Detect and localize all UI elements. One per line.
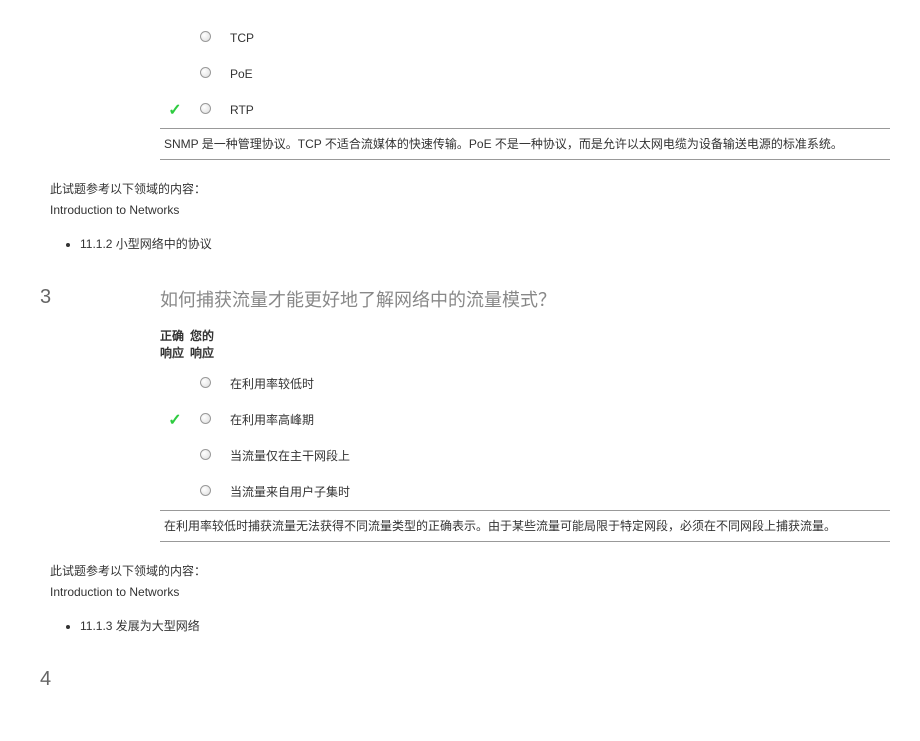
option-text: TCP (220, 31, 890, 45)
label-line: 正确 (160, 328, 190, 345)
radio-col (190, 449, 220, 463)
question-2-block: TCP PoE ✓ RTP SNMP 是一种管理协议。TCP 不适合流媒体的快速… (30, 20, 890, 256)
question-header-row: 4 (30, 668, 890, 691)
option-text: 在利用率高峰期 (220, 411, 890, 428)
reference-subtitle: Introduction to Networks (50, 203, 890, 217)
radio-icon[interactable] (200, 449, 211, 460)
option-row: PoE (160, 56, 890, 92)
question-header-row: 3 如何捕获流量才能更好地了解网络中的流量模式？ (30, 286, 890, 312)
label-line: 响应 (190, 345, 220, 362)
q2-options: TCP PoE ✓ RTP (160, 20, 890, 128)
reference-list: 11.1.2 小型网络中的协议 (80, 231, 890, 256)
option-row: 在利用率较低时 (160, 366, 890, 402)
option-row: ✓ RTP (160, 92, 890, 128)
q2-explanation: SNMP 是一种管理协议。TCP 不适合流媒体的快速传输。PoE 不是一种协议，… (160, 128, 890, 160)
correct-mark-col: ✓ (160, 100, 190, 120)
reference-title: 此试题参考以下领域的内容： (50, 180, 890, 197)
question-number: 3 (30, 286, 160, 309)
radio-col (190, 413, 220, 427)
question-4-block: 4 (30, 668, 890, 691)
option-text: 当流量来自用户子集时 (220, 483, 890, 500)
your-response-label: 您的 响应 (190, 328, 220, 362)
radio-col (190, 103, 220, 117)
option-row: 当流量仅在主干网段上 (160, 438, 890, 474)
reference-title: 此试题参考以下领域的内容： (50, 562, 890, 579)
option-row: TCP (160, 20, 890, 56)
q3-options: 在利用率较低时 ✓ 在利用率高峰期 当流量仅在主干网段上 当流量来自用户子集时 (160, 366, 890, 510)
q2-reference: 此试题参考以下领域的内容： Introduction to Networks 1… (50, 180, 890, 256)
label-line: 响应 (160, 345, 190, 362)
reference-list: 11.1.3 发展为大型网络 (80, 613, 890, 638)
correct-response-label: 正确 响应 (160, 328, 190, 362)
checkmark-icon: ✓ (168, 102, 181, 119)
reference-item: 11.1.2 小型网络中的协议 (80, 231, 890, 256)
reference-subtitle: Introduction to Networks (50, 585, 890, 599)
option-row: ✓ 在利用率高峰期 (160, 402, 890, 438)
radio-icon[interactable] (200, 67, 211, 78)
radio-col (190, 377, 220, 391)
checkmark-icon: ✓ (168, 412, 181, 429)
option-text: 在利用率较低时 (220, 375, 890, 392)
option-text: RTP (220, 103, 890, 117)
radio-icon[interactable] (200, 377, 211, 388)
label-line: 您的 (190, 328, 220, 345)
option-text: PoE (220, 67, 890, 81)
option-row: 当流量来自用户子集时 (160, 474, 890, 510)
question-text: 如何捕获流量才能更好地了解网络中的流量模式？ (160, 286, 890, 312)
reference-item: 11.1.3 发展为大型网络 (80, 613, 890, 638)
radio-icon[interactable] (200, 485, 211, 496)
option-text: 当流量仅在主干网段上 (220, 447, 890, 464)
radio-col (190, 31, 220, 45)
q3-explanation: 在利用率较低时捕获流量无法获得不同流量类型的正确表示。由于某些流量可能局限于特定… (160, 510, 890, 542)
q3-reference: 此试题参考以下领域的内容： Introduction to Networks 1… (50, 562, 890, 638)
question-3-block: 3 如何捕获流量才能更好地了解网络中的流量模式？ 正确 响应 您的 响应 在利用… (30, 286, 890, 638)
answer-header-labels: 正确 响应 您的 响应 (160, 322, 890, 366)
radio-icon[interactable] (200, 31, 211, 42)
radio-icon[interactable] (200, 103, 211, 114)
correct-mark-col: ✓ (160, 410, 190, 430)
radio-col (190, 485, 220, 499)
question-number: 4 (30, 668, 160, 691)
radio-col (190, 67, 220, 81)
radio-icon[interactable] (200, 413, 211, 424)
